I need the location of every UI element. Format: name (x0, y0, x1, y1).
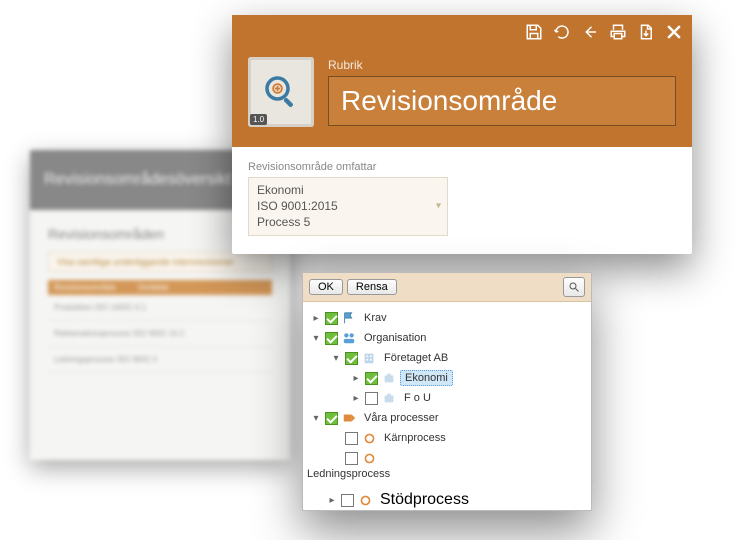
ok-button[interactable]: OK (309, 279, 343, 295)
omfattar-label: Revisionsområde omfattar (248, 161, 676, 173)
checkbox[interactable] (325, 412, 338, 425)
tree-node-krav[interactable]: ▸ Krav (307, 308, 587, 328)
tree-label: Våra processer (360, 411, 443, 425)
omfattar-select[interactable]: Ekonomi ISO 9001:2015 Process 5 ▾ (248, 177, 448, 236)
rubrik-label: Rubrik (328, 58, 676, 72)
tree-label: F o U (400, 391, 435, 405)
omfattar-value: Process 5 (257, 214, 439, 230)
editor-window: 1.0 Rubrik Revisionsområde omfattar Ekon… (232, 15, 692, 254)
tree-label: Kärnprocess (380, 431, 450, 445)
collapse-icon[interactable]: ▾ (331, 353, 341, 363)
overview-col-area: Revisionsområde (54, 283, 116, 292)
checkbox[interactable] (365, 372, 378, 385)
print-icon[interactable] (606, 20, 630, 44)
process-item-icon (358, 493, 372, 507)
overview-row[interactable]: Reklamationsprocess ISO 9001 10.2 (48, 321, 272, 347)
overview-show-all[interactable]: Visa samtliga underliggande internrevisi… (48, 252, 272, 272)
tree-popup: OK Rensa ▸ Krav ▾ Organisation ▾ (302, 272, 592, 511)
tree-label: Organisation (360, 331, 430, 345)
checkbox[interactable] (345, 452, 358, 465)
checkbox[interactable] (365, 392, 378, 405)
process-item-icon (362, 431, 376, 445)
collapse-icon[interactable]: ▾ (311, 413, 321, 423)
expand-icon[interactable]: ▸ (327, 495, 337, 505)
tree-node-ekonomi[interactable]: ▸ Ekonomi (307, 368, 587, 388)
process-item-icon (362, 451, 376, 465)
tree-body: ▸ Krav ▾ Organisation ▾ Företaget AB ▸ (303, 302, 591, 490)
refresh-icon[interactable] (550, 20, 574, 44)
export-icon[interactable] (634, 20, 658, 44)
unit-icon (382, 371, 396, 385)
tree-label: Företaget AB (380, 351, 452, 365)
checkbox[interactable] (341, 494, 354, 507)
save-icon[interactable] (522, 20, 546, 44)
omfattar-value: ISO 9001:2015 (257, 198, 439, 214)
editor-header: 1.0 Rubrik (232, 49, 692, 147)
expand-icon[interactable]: ▸ (351, 373, 361, 383)
checkbox[interactable] (325, 332, 338, 345)
process-icon (342, 411, 356, 425)
flag-icon (342, 311, 356, 325)
tree-node-processer[interactable]: ▾ Våra processer (307, 408, 587, 428)
clear-button[interactable]: Rensa (347, 279, 397, 295)
overview-col-omfattar: Omfattar (138, 283, 169, 292)
overview-columns: Revisionsområde Omfattar (48, 280, 272, 295)
editor-toolbar (232, 15, 692, 49)
checkbox[interactable] (325, 312, 338, 325)
overview-row[interactable]: Ledningsprocess ISO 9001 5 (48, 347, 272, 373)
tree-node-ledning[interactable]: · (307, 448, 587, 468)
unit-icon (382, 391, 396, 405)
back-icon[interactable] (578, 20, 602, 44)
checkbox[interactable] (345, 352, 358, 365)
chevron-down-icon[interactable]: ▾ (436, 200, 441, 214)
tree-search-button[interactable] (563, 277, 585, 297)
module-icon: 1.0 (248, 57, 314, 127)
tree-label: Stödprocess (376, 490, 473, 510)
tree-node-fou[interactable]: ▸ F o U (307, 388, 587, 408)
omfattar-value: Ekonomi (257, 182, 439, 198)
org-icon (342, 331, 356, 345)
expand-icon[interactable]: ▸ (311, 313, 321, 323)
editor-body: Revisionsområde omfattar Ekonomi ISO 900… (232, 147, 692, 254)
close-icon[interactable] (662, 20, 686, 44)
module-version: 1.0 (250, 114, 267, 125)
rubrik-input[interactable] (328, 76, 676, 126)
building-icon (362, 351, 376, 365)
tree-label: Ekonomi (400, 370, 453, 386)
overview-row[interactable]: Produktion ISO 14001 6.1 (48, 295, 272, 321)
tree-label: Ledningsprocess (307, 468, 390, 480)
tree-node-karn[interactable]: · Kärnprocess (307, 428, 587, 448)
tree-label: Krav (360, 311, 391, 325)
tree-toolbar: OK Rensa (303, 273, 591, 302)
collapse-icon[interactable]: ▾ (311, 333, 321, 343)
tree-node-organisation[interactable]: ▾ Organisation (307, 328, 587, 348)
tree-node-foretaget[interactable]: ▾ Företaget AB (307, 348, 587, 368)
expand-icon[interactable]: ▸ (351, 393, 361, 403)
checkbox[interactable] (345, 432, 358, 445)
tree-node-stod[interactable]: ▸ Stödprocess (303, 490, 591, 510)
